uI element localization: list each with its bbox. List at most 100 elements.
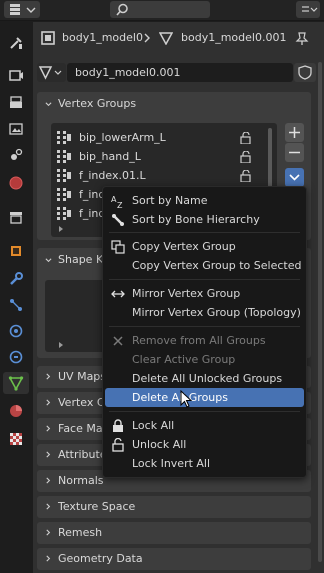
view-layer-icon bbox=[9, 123, 23, 135]
mesh-name-field[interactable]: body1_model0.001 bbox=[67, 63, 293, 82]
menu-item-remove-from-all: Remove from All Groups bbox=[103, 331, 306, 350]
remove-vertex-group-button[interactable] bbox=[285, 143, 304, 162]
list-item[interactable]: bip_hand_L bbox=[55, 148, 255, 166]
uv-maps-title: UV Maps bbox=[58, 370, 107, 383]
menu-item-lock-all[interactable]: Lock All bbox=[103, 416, 306, 435]
add-vertex-group-button[interactable] bbox=[285, 123, 304, 142]
render-icon bbox=[9, 70, 23, 81]
tab-modifiers[interactable] bbox=[3, 268, 29, 290]
tab-mesh-data[interactable] bbox=[3, 372, 29, 394]
main-scrollbar[interactable] bbox=[318, 62, 322, 562]
vertex-group-name: bip_hand_L bbox=[79, 150, 141, 163]
vertex-colors-title: Vertex C bbox=[58, 396, 105, 409]
mouse-cursor-icon bbox=[180, 390, 193, 408]
menu-item-delete-all-groups[interactable]: Delete All Groups bbox=[105, 388, 304, 407]
unlock-icon bbox=[112, 438, 124, 452]
menu-separator bbox=[109, 411, 300, 412]
tab-world[interactable] bbox=[3, 172, 29, 194]
menu-item-copy-vertex-group[interactable]: Copy Vertex Group bbox=[103, 237, 306, 256]
vertex-group-specials-menu: AZ Sort by Name Sort by Bone Hierarchy C… bbox=[102, 186, 307, 478]
menu-separator bbox=[109, 279, 300, 280]
list-item[interactable]: bip_lowerArm_L bbox=[55, 129, 255, 147]
tab-render[interactable] bbox=[3, 64, 29, 86]
particles-icon bbox=[10, 299, 22, 311]
chevron-down-icon[interactable] bbox=[45, 101, 52, 108]
duplicate-icon bbox=[111, 240, 125, 254]
remesh-panel[interactable]: Remesh bbox=[37, 522, 311, 544]
lock-icon bbox=[113, 419, 123, 432]
list-item[interactable]: f_index.01.L bbox=[55, 167, 255, 185]
tab-view-layer[interactable] bbox=[3, 118, 29, 140]
resize-handle-icon[interactable] bbox=[57, 225, 67, 233]
chevron-right-icon bbox=[46, 425, 51, 432]
tab-scene[interactable] bbox=[3, 144, 29, 166]
options-dropdown[interactable] bbox=[296, 1, 320, 18]
search-field[interactable] bbox=[110, 1, 210, 18]
pin-icon[interactable] bbox=[295, 31, 309, 45]
properties-header bbox=[0, 0, 324, 21]
vertex-group-icon bbox=[57, 150, 71, 163]
breadcrumb-mesh: body1_model0.001 bbox=[181, 31, 287, 44]
lock-icon[interactable] bbox=[239, 170, 253, 182]
tab-material[interactable] bbox=[3, 400, 29, 422]
mesh-icon bbox=[159, 32, 173, 45]
texture-space-panel[interactable]: Texture Space bbox=[37, 496, 311, 518]
normals-title: Normals bbox=[58, 474, 104, 487]
lock-icon[interactable] bbox=[239, 132, 253, 144]
plus-icon bbox=[289, 127, 300, 138]
chevron-down-icon[interactable] bbox=[45, 257, 52, 264]
properties-editor-icon bbox=[10, 4, 36, 15]
fake-user-button[interactable] bbox=[294, 63, 316, 82]
output-icon bbox=[10, 96, 22, 108]
chevron-right-icon bbox=[46, 477, 51, 484]
menu-item-sort-by-bone[interactable]: Sort by Bone Hierarchy bbox=[103, 210, 306, 229]
chevron-right-icon bbox=[46, 503, 51, 510]
tab-object[interactable] bbox=[3, 240, 29, 262]
menu-item-lock-invert-all[interactable]: Lock Invert All bbox=[103, 454, 306, 473]
geometry-data-panel[interactable]: Geometry Data bbox=[37, 548, 311, 570]
remesh-title: Remesh bbox=[58, 526, 103, 539]
mesh-name-value: body1_model0.001 bbox=[75, 66, 181, 79]
property-tabs bbox=[0, 22, 32, 573]
mesh-type-dropdown[interactable] bbox=[37, 63, 66, 82]
chevron-right-icon bbox=[46, 373, 51, 380]
chevron-right-icon bbox=[46, 555, 51, 562]
vertex-group-icon bbox=[57, 169, 71, 182]
tab-texture[interactable] bbox=[3, 428, 29, 450]
menu-item-sort-by-name[interactable]: AZ Sort by Name bbox=[103, 191, 306, 210]
physics-icon bbox=[9, 324, 23, 338]
menu-item-delete-unlocked[interactable]: Delete All Unlocked Groups bbox=[103, 369, 306, 388]
menu-item-copy-to-selected[interactable]: Copy Vertex Group to Selected bbox=[103, 256, 306, 275]
vertex-group-name: bip_lowerArm_L bbox=[79, 131, 166, 144]
menu-item-mirror-vertex-group[interactable]: Mirror Vertex Group bbox=[103, 284, 306, 303]
tab-constraints[interactable] bbox=[3, 346, 29, 368]
lock-icon[interactable] bbox=[239, 151, 253, 163]
shield-icon bbox=[298, 65, 312, 80]
wrench-icon bbox=[10, 272, 23, 285]
material-icon bbox=[10, 405, 22, 417]
collection-icon bbox=[10, 212, 22, 224]
search-icon bbox=[116, 3, 128, 16]
vertex-group-specials-button[interactable] bbox=[285, 168, 304, 187]
svg-text:Z: Z bbox=[117, 201, 123, 208]
breadcrumb: body1_model0 body1_model0.001 bbox=[33, 22, 324, 54]
tab-collection[interactable] bbox=[3, 206, 29, 228]
vertex-groups-title[interactable]: Vertex Groups bbox=[58, 97, 136, 110]
menu-item-unlock-all[interactable]: Unlock All bbox=[103, 435, 306, 454]
editor-type-button[interactable] bbox=[4, 1, 40, 18]
texture-space-title: Texture Space bbox=[58, 500, 136, 513]
menu-item-mirror-topology[interactable]: Mirror Vertex Group (Topology) bbox=[103, 303, 306, 322]
chevron-right-icon bbox=[46, 529, 51, 536]
mesh-icon bbox=[38, 66, 62, 80]
tab-particles[interactable] bbox=[3, 294, 29, 316]
tab-tool[interactable] bbox=[3, 32, 29, 54]
tab-output[interactable] bbox=[3, 92, 29, 114]
tab-physics[interactable] bbox=[3, 320, 29, 342]
vertex-group-name: f_index.01.L bbox=[79, 169, 146, 182]
object-icon bbox=[11, 246, 21, 256]
texture-icon bbox=[10, 433, 22, 445]
resize-handle-icon[interactable] bbox=[57, 341, 67, 349]
constraints-icon bbox=[9, 350, 23, 364]
vertex-group-icon bbox=[57, 188, 71, 201]
breadcrumb-object: body1_model0 bbox=[62, 31, 143, 44]
